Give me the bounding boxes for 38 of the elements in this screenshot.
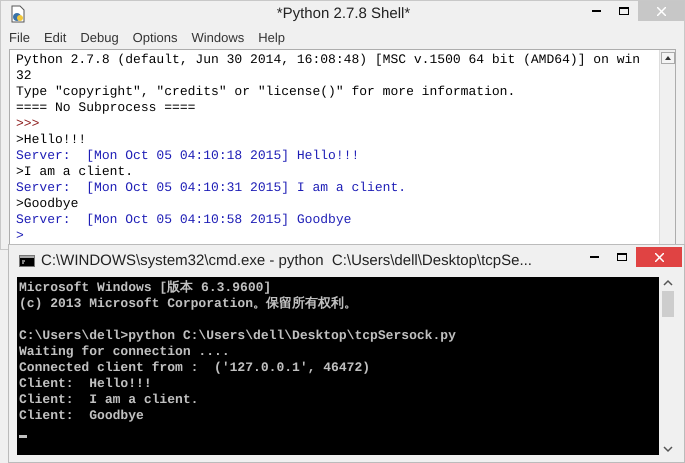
output-line: Python 2.7.8 (default, Jun 30 2014, 16:08:48) [MSC v.1500 64 bit (AMD64)] on win (16, 52, 642, 68)
menu-item[interactable]: Options (132, 28, 178, 48)
console-line: Waiting for connection .... (19, 344, 230, 359)
input-line: >Hello!!! (16, 132, 88, 148)
close-icon (654, 252, 664, 262)
server-line: Server: [Mon Oct 05 04:10:18 2015] Hello!!! (16, 148, 360, 164)
close-button[interactable] (636, 247, 682, 267)
menu-item[interactable]: File (9, 28, 30, 48)
console-line: Connected client from : ('127.0.0.1', 46472) (19, 360, 370, 375)
text-cursor (19, 435, 27, 438)
scroll-up-icon[interactable] (660, 52, 674, 64)
console-line: Client: Hello!!! (19, 376, 152, 391)
console-line: Client: I am a client. (19, 392, 198, 407)
menu-item[interactable]: Windows (191, 28, 244, 48)
server-line: > (16, 228, 25, 244)
scroll-up-icon[interactable] (662, 279, 672, 287)
python-file-icon (9, 5, 27, 23)
console-line: C:\Users\dell>python C:\Users\dell\Desktop\tcpSersock.py (19, 328, 456, 343)
console-icon (19, 255, 35, 267)
output-line: Type "copyright", "credits" or "license()" for more information. (16, 84, 516, 100)
close-icon (656, 6, 666, 16)
server-line: Server: [Mon Oct 05 04:10:58 2015] Goodbye (16, 212, 352, 228)
window-title: C:\WINDOWS\system32\cmd.exe - python C:\Users\dell\Desktop\tcpSe... (41, 250, 532, 271)
console-line: (c) 2013 Microsoft Corporation。保留所有权利。 (19, 296, 358, 311)
output-line: ==== No Subprocess ==== (16, 100, 196, 116)
window-title: *Python 2.7.8 Shell* (276, 4, 412, 24)
menu-item[interactable]: Help (258, 28, 285, 48)
menu-item[interactable]: Debug (80, 28, 119, 48)
server-line: Server: [Mon Oct 05 04:10:31 2015] I am a client. (16, 180, 408, 196)
console-line: Client: Goodbye (19, 408, 144, 423)
console-line: Microsoft Windows [版本 6.3.9600] (19, 280, 272, 295)
input-line: >Goodbye (16, 196, 80, 212)
input-line: >I am a client. (16, 164, 134, 180)
menu-item[interactable]: Edit (44, 28, 66, 48)
scroll-thumb[interactable] (662, 291, 674, 317)
prompt-line: >>> (16, 116, 40, 132)
output-line: 32 (16, 68, 33, 84)
scroll-down-icon[interactable] (662, 445, 672, 453)
